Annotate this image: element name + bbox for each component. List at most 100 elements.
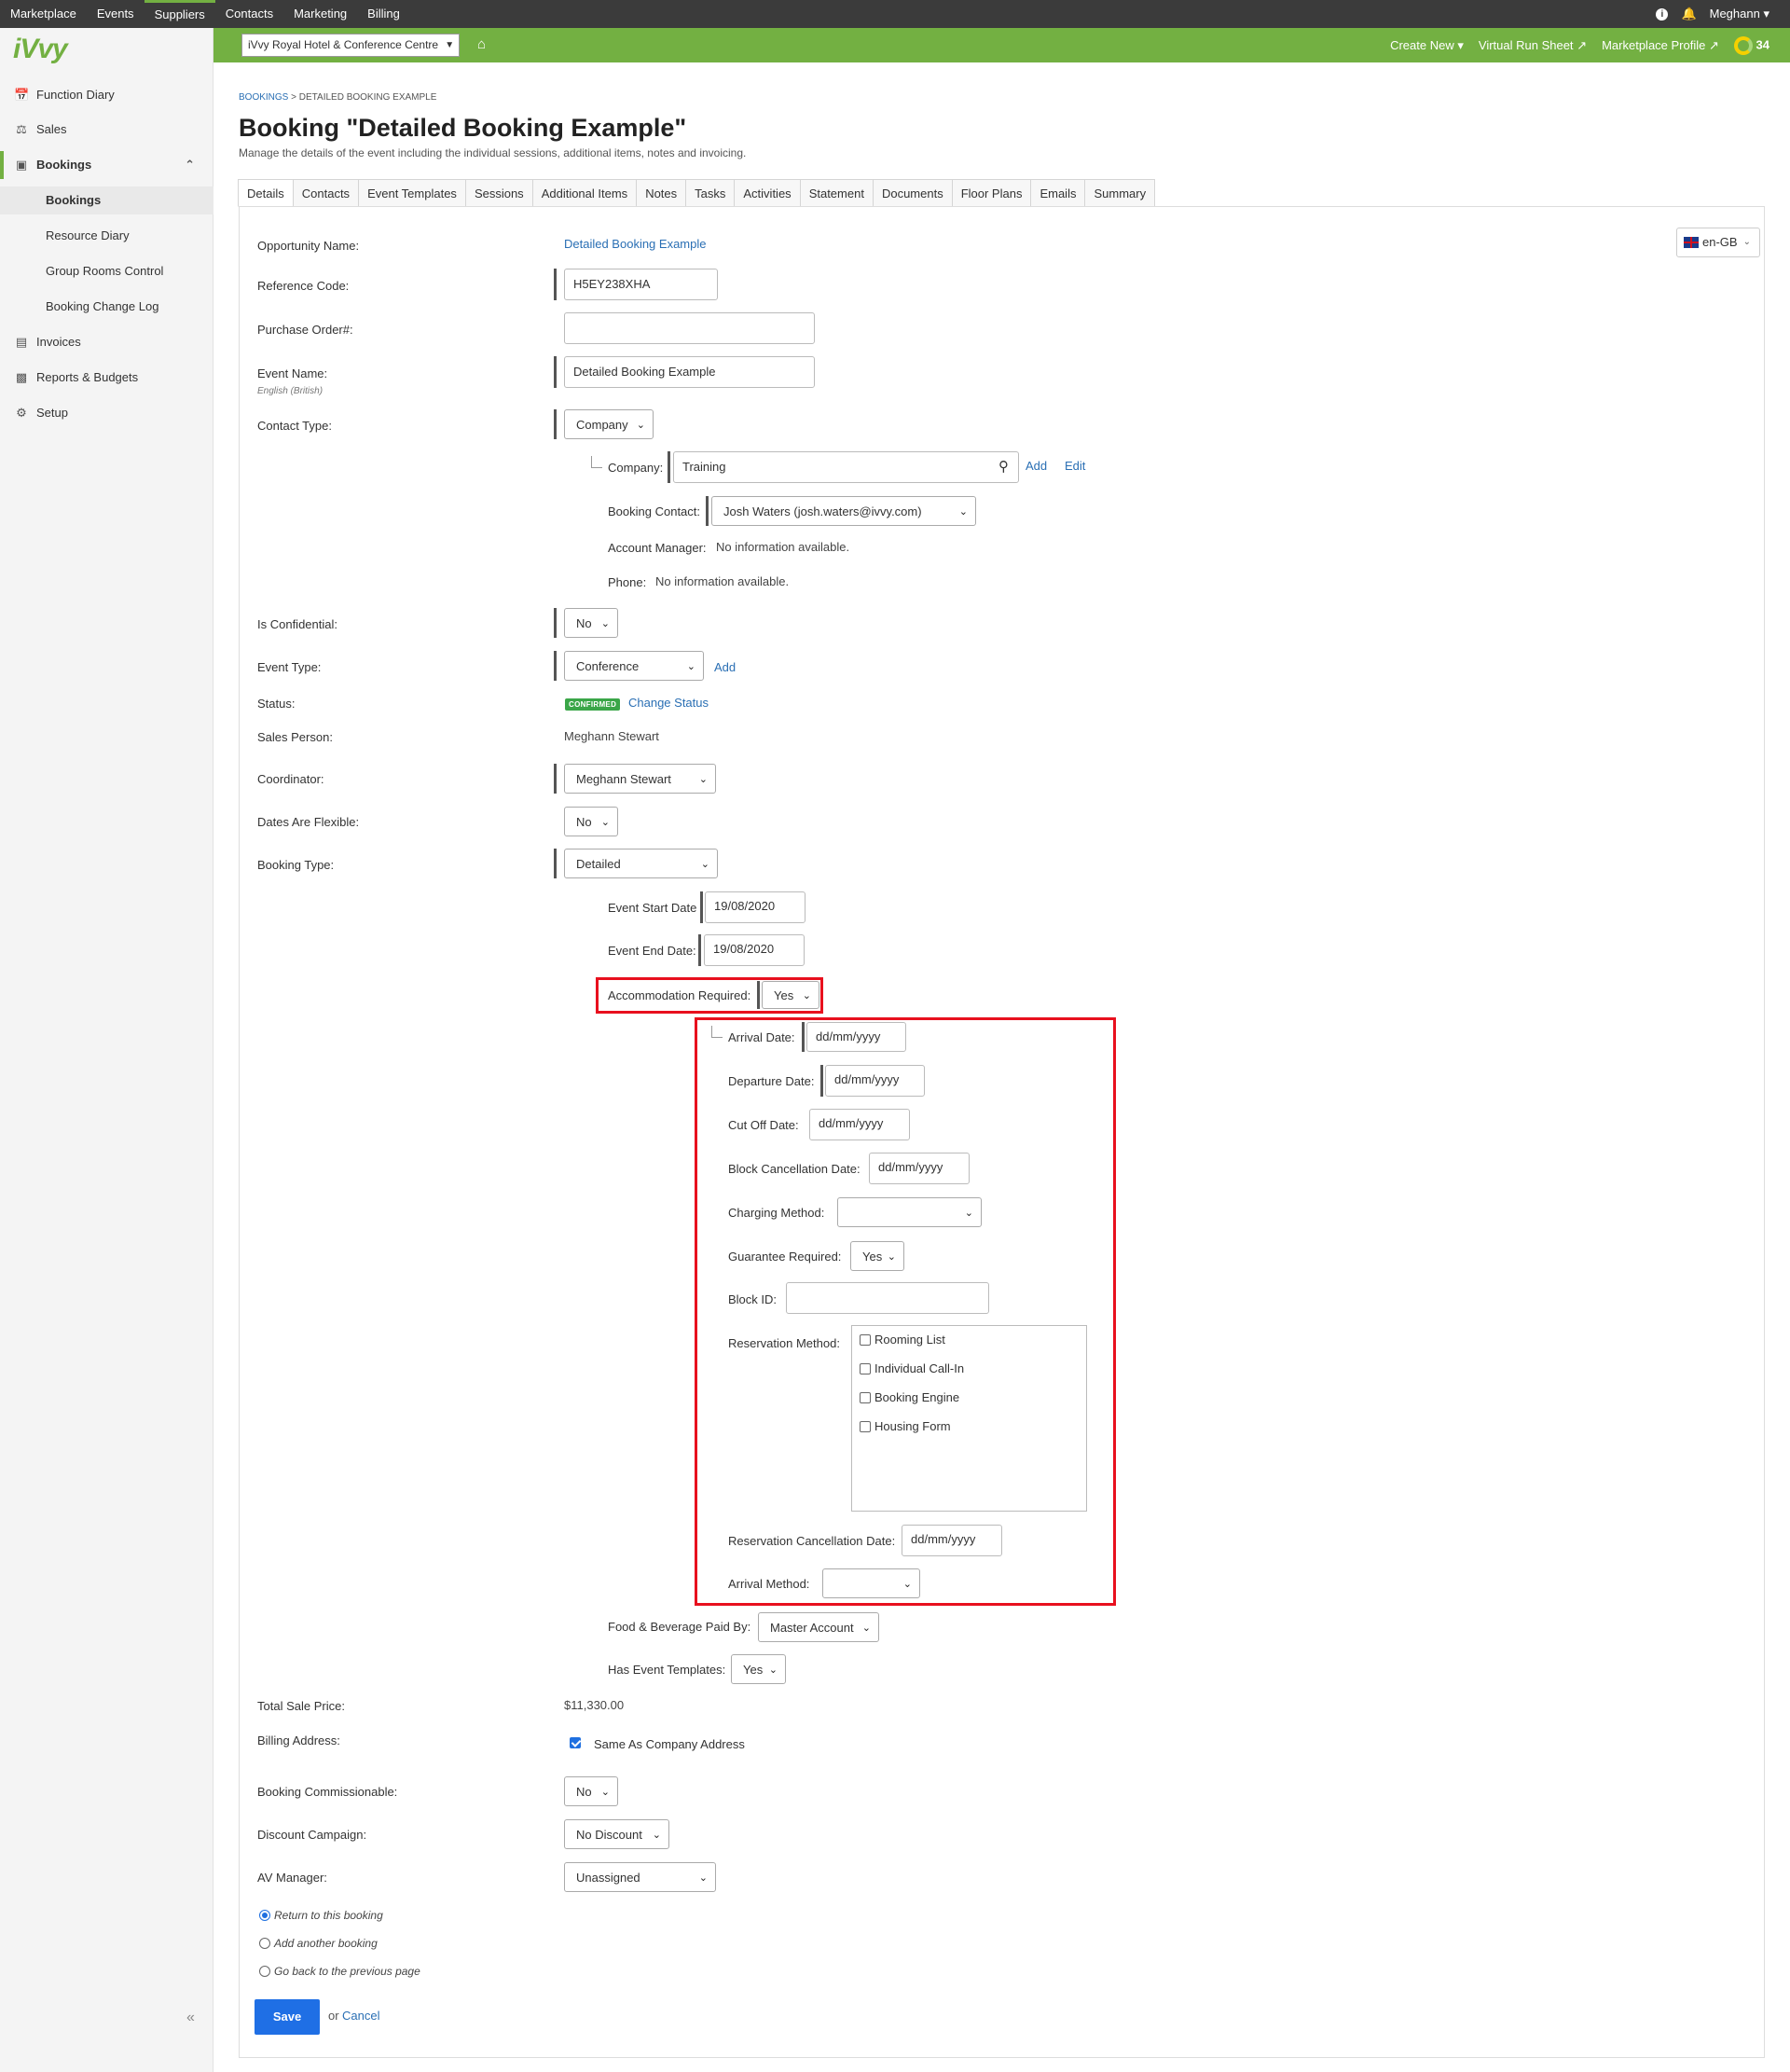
discount-campaign-select[interactable]: No Discount ⌄ (564, 1819, 669, 1849)
accommodation-required-value: Yes (774, 988, 794, 1002)
tab-documents[interactable]: Documents (872, 179, 953, 207)
tab-summary[interactable]: Summary (1084, 179, 1156, 207)
contact-type-select[interactable]: Company ⌄ (564, 409, 654, 439)
food-beverage-paid-select[interactable]: Master Account ⌄ (758, 1612, 879, 1642)
topnav-billing[interactable]: Billing (357, 0, 410, 28)
event-start-date-input[interactable]: 19/08/2020 (705, 891, 806, 923)
add-event-type-link[interactable]: Add (714, 660, 736, 674)
opportunity-name-link[interactable]: Detailed Booking Example (564, 237, 706, 251)
sidebar-item-invoices[interactable]: ▤ Invoices (0, 328, 213, 356)
tab-sessions[interactable]: Sessions (464, 179, 533, 207)
chevron-down-icon: ⌄ (686, 661, 695, 672)
bar-chart-icon: ▩ (15, 370, 28, 384)
ivvy-logo[interactable]: iVvy (13, 34, 68, 65)
sidebar-item-setup[interactable]: ⚙ Setup (0, 399, 213, 427)
av-manager-select[interactable]: Unassigned ⌄ (564, 1862, 716, 1892)
info-icon[interactable]: i (1656, 7, 1669, 21)
topnav-events[interactable]: Events (87, 0, 145, 28)
chevron-down-icon: ⌄ (887, 1251, 896, 1263)
event-end-date-input[interactable]: 19/08/2020 (704, 934, 805, 966)
edit-company-link[interactable]: Edit (1065, 459, 1085, 473)
arrival-date-input[interactable]: dd/mm/yyyy (806, 1022, 906, 1052)
company-search-input[interactable]: Training (673, 451, 1019, 483)
bell-icon[interactable]: 🔔 (1681, 7, 1696, 21)
tab-event-templates[interactable]: Event Templates (358, 179, 466, 207)
event-type-select[interactable]: Conference ⌄ (564, 651, 704, 681)
return-to-booking-radio[interactable] (259, 1910, 270, 1921)
score-widget[interactable]: 34 (1733, 35, 1769, 55)
charging-method-select[interactable]: ⌄ (837, 1197, 982, 1227)
sidebar-item-label: Setup (36, 406, 68, 420)
sidebar-item-sales[interactable]: ⚖ Sales (0, 116, 213, 144)
tab-details[interactable]: Details (238, 179, 294, 207)
same-as-company-checkbox[interactable] (570, 1737, 581, 1748)
sidebar-subitem-group-rooms-control[interactable]: Group Rooms Control (0, 257, 213, 285)
cut-off-date-input[interactable]: dd/mm/yyyy (809, 1109, 910, 1140)
purchase-order-input[interactable] (564, 312, 815, 344)
housing-form-checkbox[interactable] (860, 1421, 871, 1432)
guarantee-required-label: Guarantee Required: (728, 1250, 842, 1264)
change-status-link[interactable]: Change Status (628, 696, 709, 710)
marketplace-profile-link[interactable]: Marketplace Profile ↗ (1602, 38, 1719, 53)
tab-additional-items[interactable]: Additional Items (531, 179, 638, 207)
add-company-link[interactable]: Add (1026, 459, 1047, 473)
topnav-contacts[interactable]: Contacts (215, 0, 283, 28)
booking-type-select[interactable]: Detailed ⌄ (564, 849, 718, 878)
chevron-down-icon: ⌄ (902, 1579, 912, 1590)
individual-call-in-checkbox[interactable] (860, 1363, 871, 1374)
tab-floor-plans[interactable]: Floor Plans (951, 179, 1032, 207)
booking-commissionable-select[interactable]: No ⌄ (564, 1776, 618, 1806)
has-event-templates-select[interactable]: Yes ⌄ (731, 1654, 786, 1684)
block-cancellation-date-input[interactable]: dd/mm/yyyy (869, 1153, 970, 1184)
search-icon[interactable]: ⚲ (998, 458, 1009, 475)
sidebar-item-reports-budgets[interactable]: ▩ Reports & Budgets (0, 364, 213, 392)
save-button[interactable]: Save (255, 1999, 320, 2035)
tab-activities[interactable]: Activities (734, 179, 801, 207)
sidebar-subitem-booking-change-log[interactable]: Booking Change Log (0, 293, 213, 321)
cut-off-date-label: Cut Off Date: (728, 1118, 799, 1132)
tab-tasks[interactable]: Tasks (685, 179, 736, 207)
venue-select[interactable]: iVvy Royal Hotel & Conference Centre ▼ (241, 34, 461, 57)
guarantee-required-select[interactable]: Yes ⌄ (850, 1241, 904, 1271)
sidebar-subitem-resource-diary[interactable]: Resource Diary (0, 222, 213, 250)
chevron-down-icon: ⌄ (652, 1830, 661, 1841)
topnav-marketing[interactable]: Marketing (283, 0, 357, 28)
coordinator-select[interactable]: Meghann Stewart ⌄ (564, 764, 716, 794)
reference-code-input[interactable]: H5EY238XHA (564, 269, 718, 300)
sales-person-value: Meghann Stewart (564, 729, 659, 743)
create-new-button[interactable]: Create New ▾ (1390, 38, 1464, 53)
block-id-input[interactable] (786, 1282, 989, 1314)
booking-contact-select[interactable]: Josh Waters (josh.waters@ivvy.com) ⌄ (711, 496, 976, 526)
sidebar: iVvy 📅 Function Diary ⚖ Sales ▣ Bookings ⌃ B… (0, 28, 213, 2072)
chevron-down-icon: ⌄ (700, 859, 709, 870)
cancel-link[interactable]: Cancel (342, 2009, 379, 2023)
language-select[interactable]: en-GB ⌄ (1676, 228, 1760, 257)
departure-date-input[interactable]: dd/mm/yyyy (825, 1065, 925, 1097)
topnav-marketplace[interactable]: Marketplace (0, 0, 87, 28)
dates-flexible-select[interactable]: No ⌄ (564, 807, 618, 836)
accommodation-required-select[interactable]: Yes ⌄ (762, 981, 819, 1009)
event-name-input[interactable]: Detailed Booking Example (564, 356, 815, 388)
collapse-sidebar-icon[interactable]: « (186, 2010, 195, 2026)
add-another-booking-radio[interactable] (259, 1938, 270, 1949)
tab-emails[interactable]: Emails (1030, 179, 1086, 207)
breadcrumb-bookings-link[interactable]: BOOKINGS (239, 92, 288, 103)
user-menu[interactable]: Meghann ▾ (1710, 7, 1769, 21)
breadcrumb: BOOKINGS > DETAILED BOOKING EXAMPLE (239, 92, 436, 103)
go-back-radio[interactable] (259, 1966, 270, 1977)
sidebar-item-label: Sales (36, 122, 67, 136)
home-icon[interactable]: ⌂ (477, 36, 486, 52)
booking-engine-checkbox[interactable] (860, 1392, 871, 1403)
arrival-method-select[interactable]: ⌄ (822, 1568, 920, 1598)
sidebar-subitem-bookings[interactable]: Bookings (0, 186, 213, 214)
rooming-list-checkbox[interactable] (860, 1334, 871, 1346)
sidebar-item-function-diary[interactable]: 📅 Function Diary (0, 81, 213, 109)
topnav-suppliers[interactable]: Suppliers (144, 0, 215, 28)
sidebar-item-bookings[interactable]: ▣ Bookings ⌃ (0, 151, 213, 179)
tab-notes[interactable]: Notes (636, 179, 687, 207)
tab-statement[interactable]: Statement (799, 179, 874, 207)
reservation-cancellation-date-input[interactable]: dd/mm/yyyy (902, 1525, 1002, 1556)
tab-contacts[interactable]: Contacts (292, 179, 360, 207)
is-confidential-select[interactable]: No ⌄ (564, 608, 618, 638)
virtual-run-sheet-link[interactable]: Virtual Run Sheet ↗ (1479, 38, 1587, 53)
